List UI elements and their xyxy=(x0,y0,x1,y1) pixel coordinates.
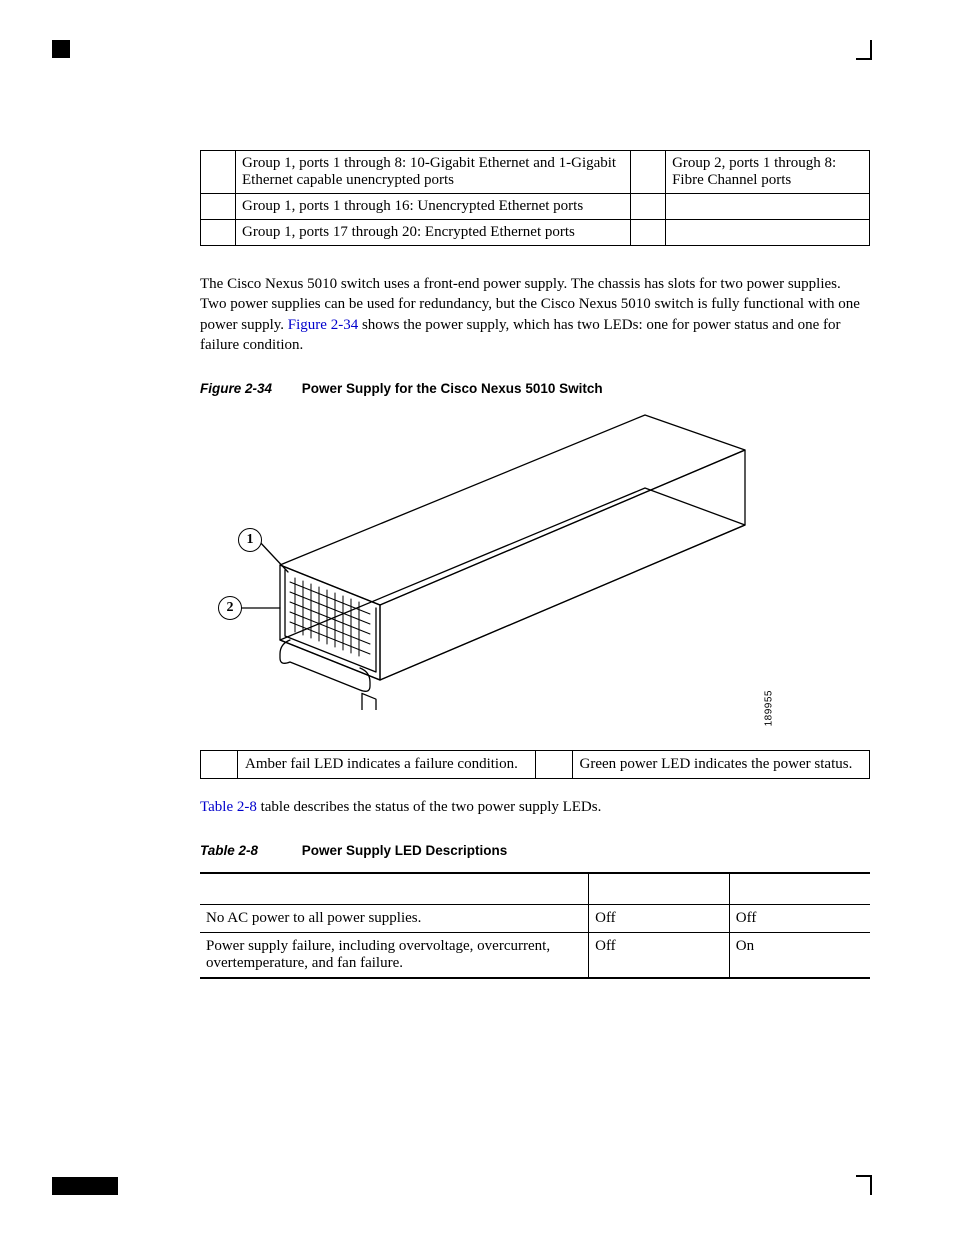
paragraph-text: table describes the status of the two po… xyxy=(257,799,602,815)
crop-mark-top-right xyxy=(856,40,872,60)
callout-2: 2 xyxy=(218,596,242,620)
crop-mark-bottom-left xyxy=(52,1177,118,1195)
table-caption: Table 2-8 Power Supply LED Descriptions xyxy=(200,843,870,858)
crop-mark-bottom-right xyxy=(856,1175,872,1195)
figure-xref-link[interactable]: Figure 2-34 xyxy=(288,317,358,333)
table-xref-link[interactable]: Table 2-8 xyxy=(200,799,257,815)
table-title: Power Supply LED Descriptions xyxy=(302,843,508,858)
table-cell: Group 1, ports 17 through 20: Encrypted … xyxy=(236,220,631,246)
power-supply-icon xyxy=(200,410,760,710)
table-cell-num xyxy=(631,151,666,194)
table-intro-paragraph: Table 2-8 table describes the status of … xyxy=(200,797,870,817)
legend-num xyxy=(535,751,572,779)
table-cell-num xyxy=(201,220,236,246)
figure-number: Figure 2-34 xyxy=(200,381,298,396)
crop-mark-top-left xyxy=(52,40,70,58)
table-cell-num xyxy=(201,151,236,194)
power-supply-paragraph: The Cisco Nexus 5010 switch uses a front… xyxy=(200,274,870,355)
table-cell: Group 1, ports 1 through 16: Unencrypted… xyxy=(236,194,631,220)
table-cell-num xyxy=(631,220,666,246)
legend-num xyxy=(201,751,238,779)
table-cell: No AC power to all power supplies. xyxy=(200,905,589,933)
led-description-table: No AC power to all power supplies. Off O… xyxy=(200,872,870,979)
table-cell xyxy=(666,194,870,220)
table-cell-num xyxy=(201,194,236,220)
table-header xyxy=(589,873,730,905)
legend-text: Green power LED indicates the power stat… xyxy=(572,751,870,779)
table-header xyxy=(200,873,589,905)
ports-table: Group 1, ports 1 through 8: 10-Gigabit E… xyxy=(200,150,870,246)
table-cell: Off xyxy=(589,905,730,933)
figure-caption: Figure 2-34 Power Supply for the Cisco N… xyxy=(200,381,870,396)
callout-1: 1 xyxy=(238,528,262,552)
table-cell-num xyxy=(631,194,666,220)
table-cell: Off xyxy=(589,933,730,979)
legend-text: Amber fail LED indicates a failure condi… xyxy=(238,751,536,779)
figure-legend-table: Amber fail LED indicates a failure condi… xyxy=(200,750,870,779)
table-cell: On xyxy=(729,933,870,979)
figure-power-supply: 1 2 189955 xyxy=(200,410,760,710)
page-content: Group 1, ports 1 through 8: 10-Gigabit E… xyxy=(200,150,870,979)
table-cell: Off xyxy=(729,905,870,933)
figure-id: 189955 xyxy=(763,690,774,726)
figure-title: Power Supply for the Cisco Nexus 5010 Sw… xyxy=(302,381,603,396)
table-cell xyxy=(666,220,870,246)
table-number: Table 2-8 xyxy=(200,843,298,858)
table-cell: Group 2, ports 1 through 8: Fibre Channe… xyxy=(666,151,870,194)
table-cell: Power supply failure, including overvolt… xyxy=(200,933,589,979)
table-header xyxy=(729,873,870,905)
table-cell: Group 1, ports 1 through 8: 10-Gigabit E… xyxy=(236,151,631,194)
